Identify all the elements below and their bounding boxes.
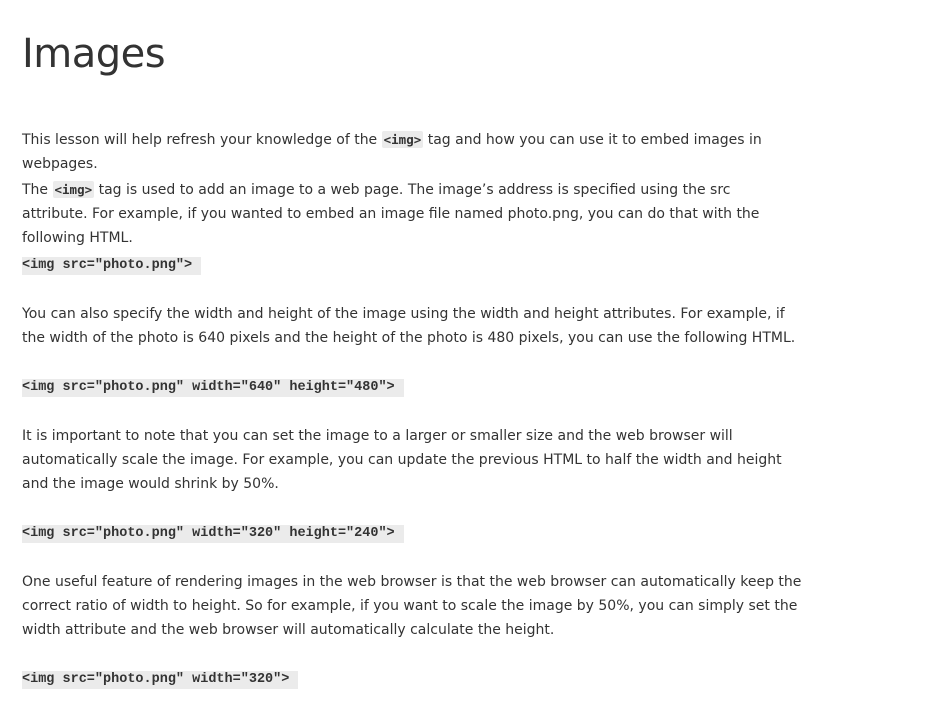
intro-paragraph: This lesson will help refresh your knowl… xyxy=(22,128,822,176)
scaling-paragraph: It is important to note that you can set… xyxy=(22,428,782,492)
intro-text-before: This lesson will help refresh your knowl… xyxy=(22,132,382,148)
width-height-paragraph: You can also specify the width and heigh… xyxy=(22,306,796,346)
code-example-width-only: <img src="photo.png" width="320"> xyxy=(22,671,299,689)
code-example-basic: <img src="photo.png"> xyxy=(22,257,202,275)
code-example-320x240: <img src="photo.png" width="320" height=… xyxy=(22,525,404,543)
inline-code-img-tag: <img> xyxy=(381,131,424,148)
img-tag-paragraph: The <img> tag is used to add an image to… xyxy=(22,178,792,250)
code-example-640x480: <img src="photo.png" width="640" height=… xyxy=(22,379,404,397)
inline-code-img-tag: <img> xyxy=(52,181,95,198)
aspect-ratio-paragraph: One useful feature of rendering images i… xyxy=(22,574,802,638)
page-title: Images xyxy=(22,31,166,77)
img-tag-text-after: tag is used to add an image to a web pag… xyxy=(22,182,760,246)
img-tag-text-before: The xyxy=(22,182,53,198)
